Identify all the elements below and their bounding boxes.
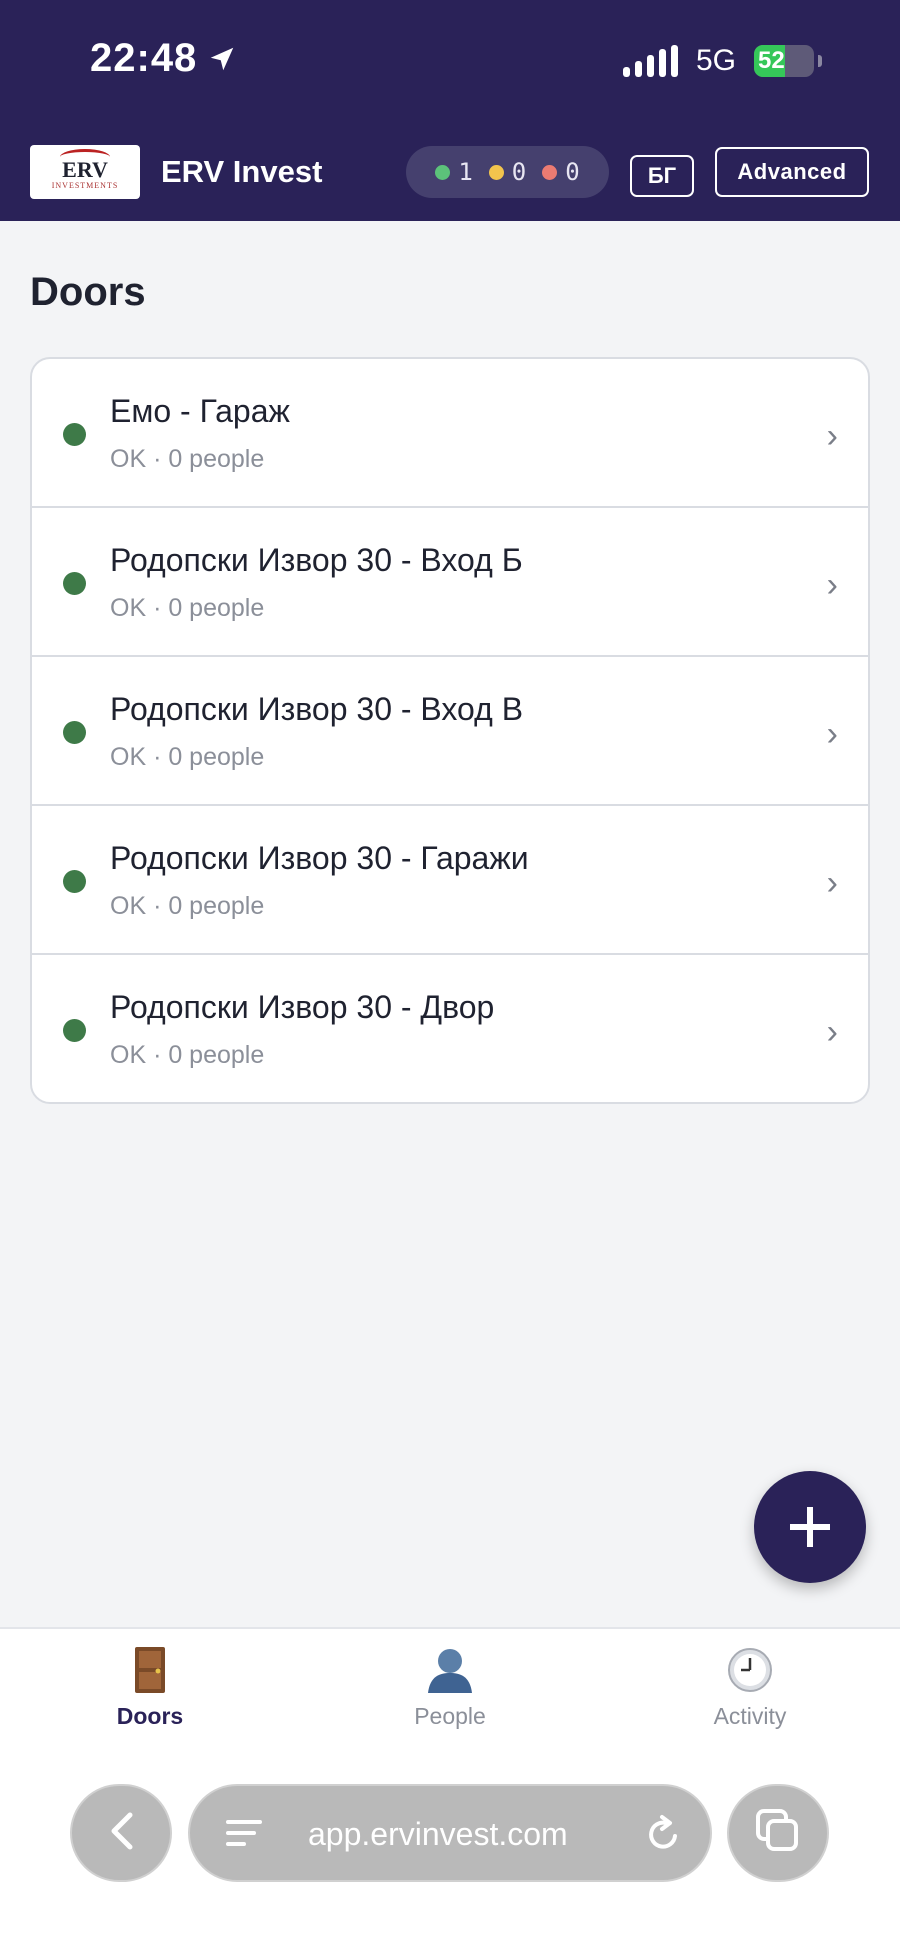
door-name: Родопски Извор 30 - Гаражи <box>110 840 529 876</box>
battery-icon: 52 <box>754 45 814 77</box>
browser-back-button[interactable] <box>70 1784 172 1882</box>
red-dot-icon <box>542 164 558 180</box>
door-status: OK · 0 people <box>110 594 265 622</box>
logo-arc <box>60 149 110 165</box>
door-row[interactable]: Родопски Извор 30 - Двор OK · 0 people › <box>32 955 868 1102</box>
count-error-value: 0 <box>565 158 580 186</box>
door-name: Емо - Гараж <box>110 393 290 429</box>
page-title: Doors <box>30 270 146 314</box>
plus-icon <box>788 1490 832 1564</box>
count-warning-value: 0 <box>511 158 527 186</box>
status-dot-icon <box>63 721 86 744</box>
battery-tip <box>818 55 822 67</box>
door-row[interactable]: Родопски Извор 30 - Вход Б OK · 0 people… <box>32 508 868 657</box>
door-status: OK · 0 people <box>110 743 265 771</box>
brand-name: ERV Invest <box>161 154 323 189</box>
chevron-right-icon: › <box>826 864 838 902</box>
green-dot-icon <box>435 164 451 180</box>
language-button[interactable]: БГ <box>630 155 694 197</box>
status-dot-icon <box>63 870 86 893</box>
chevron-left-icon <box>106 1811 136 1856</box>
tabs-icon <box>755 1808 801 1859</box>
clock-text: 22:48 <box>90 36 198 80</box>
erv-logo[interactable]: ERV INVESTMENTS <box>30 145 140 199</box>
browser-url-bar[interactable]: app.ervinvest.com <box>188 1784 712 1882</box>
doors-list: Емо - Гараж OK · 0 people › Родопски Изв… <box>30 357 870 1104</box>
status-dot-icon <box>63 572 86 595</box>
tab-people[interactable]: People <box>350 1643 550 1730</box>
door-status: OK · 0 people <box>110 892 265 920</box>
add-door-button[interactable] <box>754 1471 866 1583</box>
chevron-right-icon: › <box>826 1013 838 1051</box>
status-time: 22:48 <box>90 36 237 81</box>
network-label: 5G <box>695 44 736 77</box>
door-status: OK · 0 people <box>110 445 265 473</box>
chevron-right-icon: › <box>826 715 838 753</box>
tab-doors[interactable]: Doors <box>50 1643 250 1730</box>
signal-icon <box>622 45 678 77</box>
chevron-right-icon: › <box>826 417 838 455</box>
count-warning: 0 <box>488 158 527 186</box>
door-row[interactable]: Родопски Извор 30 - Вход В OK · 0 people… <box>32 657 868 806</box>
person-icon <box>350 1643 550 1697</box>
tab-activity-label: Activity <box>713 1703 787 1729</box>
app-header: 22:48 5G 52 ERV INVESTMENTS ERV Invest 1… <box>0 0 900 221</box>
count-ok: 1 <box>435 158 473 186</box>
browser-tabs-button[interactable] <box>727 1784 829 1882</box>
location-arrow-icon <box>207 44 237 74</box>
status-dot-icon <box>63 423 86 446</box>
status-indicators: 5G 52 <box>622 44 822 78</box>
battery-text: 52 <box>758 47 785 74</box>
count-ok-value: 1 <box>458 158 473 186</box>
logo-text-bottom: INVESTMENTS <box>51 180 119 190</box>
bottom-tab-bar: Doors People Activity app.ervinvest.com <box>0 1627 900 1951</box>
door-row[interactable]: Емо - Гараж OK · 0 people › <box>32 359 868 508</box>
door-row[interactable]: Родопски Извор 30 - Гаражи OK · 0 people… <box>32 806 868 955</box>
reader-menu-icon[interactable] <box>224 1816 264 1855</box>
door-name: Родопски Извор 30 - Вход В <box>110 691 524 727</box>
door-name: Родопски Извор 30 - Двор <box>110 989 495 1025</box>
tab-people-label: People <box>414 1703 486 1729</box>
clock-icon <box>650 1643 850 1697</box>
status-dot-icon <box>63 1019 86 1042</box>
chevron-right-icon: › <box>826 566 838 604</box>
tab-doors-label: Doors <box>116 1703 184 1729</box>
door-name: Родопски Извор 30 - Вход Б <box>110 542 523 578</box>
advanced-button[interactable]: Advanced <box>715 147 869 197</box>
door-status: OK · 0 people <box>110 1041 265 1069</box>
url-text: app.ervinvest.com <box>308 1816 568 1852</box>
status-counts[interactable]: 1 0 0 <box>406 146 609 198</box>
door-icon <box>50 1643 250 1697</box>
count-error: 0 <box>542 158 580 186</box>
reload-icon[interactable] <box>644 1814 682 1859</box>
yellow-dot-icon <box>488 164 504 180</box>
tab-activity[interactable]: Activity <box>650 1643 850 1730</box>
